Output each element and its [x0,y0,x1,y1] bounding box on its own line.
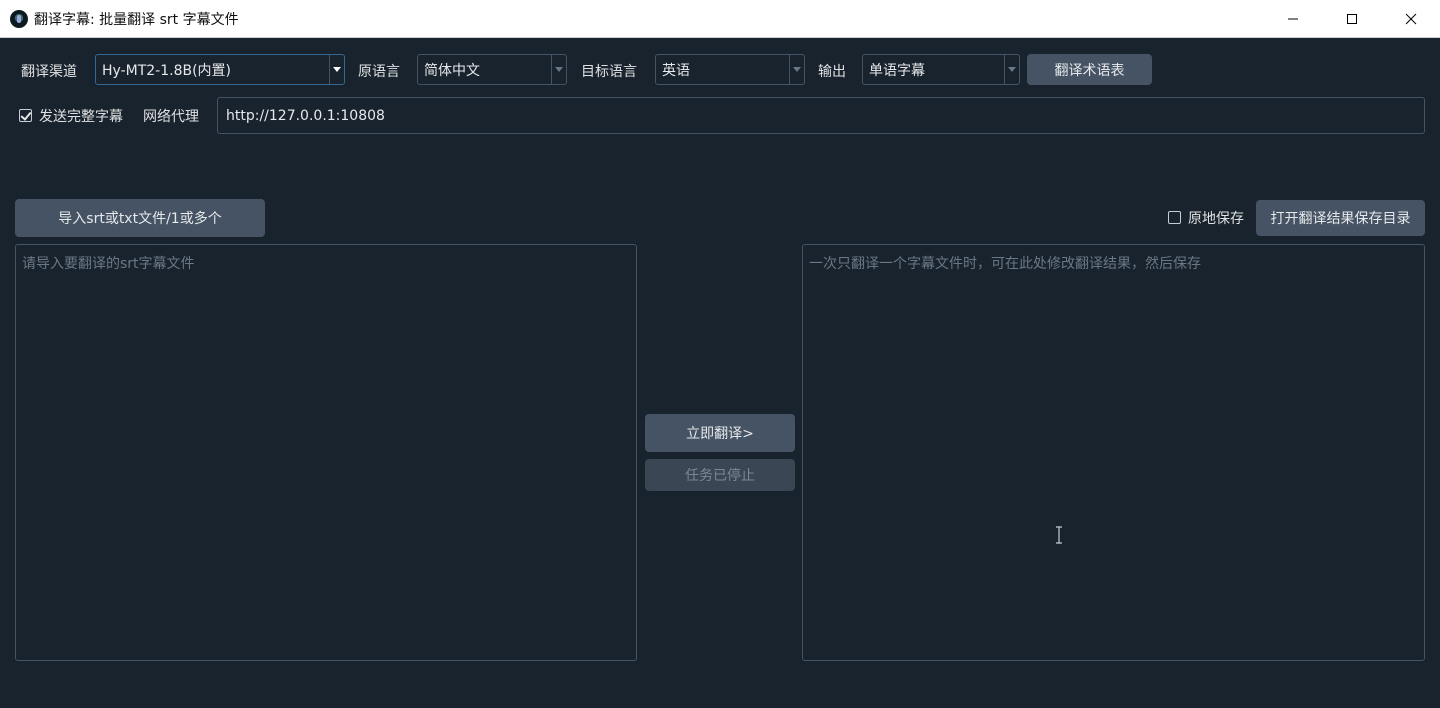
output-value: 单语字幕 [869,62,925,79]
send-full-subtitle-label: 发送完整字幕 [39,109,123,125]
source-language-label: 原语言 [358,64,400,80]
title-bar: 翻译字幕: 批量翻译 srt 字幕文件 [0,0,1440,38]
maximize-button[interactable] [1322,0,1381,38]
chevron-down-icon [555,67,563,72]
target-language-select[interactable]: 英语 [655,54,805,85]
save-in-place-checkbox[interactable] [1168,211,1181,224]
app-icon [10,9,28,28]
close-button[interactable] [1381,0,1440,38]
window-title: 翻译字幕: 批量翻译 srt 字幕文件 [34,11,239,28]
target-language-dropdown-toggle[interactable] [789,55,804,84]
maximize-icon [1346,14,1357,24]
minimize-button[interactable] [1263,0,1322,38]
import-files-button[interactable]: 导入srt或txt文件/1或多个 [15,199,265,237]
send-full-subtitle-checkbox[interactable] [19,109,32,122]
channel-label: 翻译渠道 [21,64,77,80]
result-subtitle-textarea[interactable]: 一次只翻译一个字幕文件时，可在此处修改翻译结果，然后保存 [802,244,1425,661]
close-icon [1405,13,1416,25]
target-language-label: 目标语言 [581,64,637,80]
source-subtitle-textarea[interactable]: 请导入要翻译的srt字幕文件 [15,244,637,661]
text-cursor-icon [1056,526,1062,544]
proxy-input[interactable]: http://127.0.0.1:10808 [217,97,1425,134]
output-select[interactable]: 单语字幕 [862,54,1020,85]
source-language-select[interactable]: 简体中文 [417,54,567,85]
source-language-value: 简体中文 [424,62,480,79]
minimize-icon [1287,18,1298,20]
channel-dropdown-toggle[interactable] [329,55,344,84]
channel-select[interactable]: Hy-MT2-1.8B(内置) [95,54,345,85]
task-stopped-button[interactable]: 任务已停止 [645,459,795,491]
save-in-place-label: 原地保存 [1188,211,1244,227]
window-controls [1263,0,1440,38]
channel-value: Hy-MT2-1.8B(内置) [102,62,232,79]
chevron-down-icon [793,67,801,72]
proxy-label: 网络代理 [143,109,199,125]
chevron-down-icon [333,67,341,72]
open-result-folder-button[interactable]: 打开翻译结果保存目录 [1256,200,1425,236]
target-language-value: 英语 [662,62,690,79]
source-language-dropdown-toggle[interactable] [551,55,566,84]
translate-now-button[interactable]: 立即翻译> [645,414,795,452]
chevron-down-icon [1008,67,1016,72]
output-dropdown-toggle[interactable] [1004,55,1019,84]
output-label: 输出 [818,64,846,80]
glossary-button[interactable]: 翻译术语表 [1027,54,1152,85]
